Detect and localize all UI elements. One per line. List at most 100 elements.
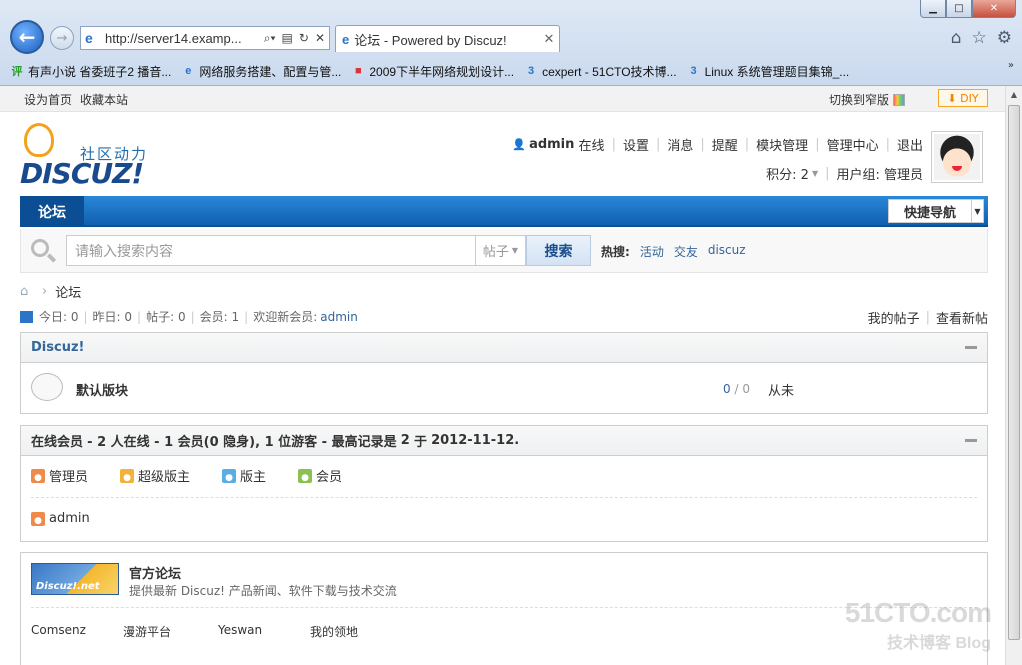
group-legend: ● 管理员 ● 超级版主 ● 版主 ● 会员 <box>31 456 977 498</box>
my-posts-link[interactable]: 我的帖子 <box>868 308 920 327</box>
text-link[interactable]: Yeswan <box>218 623 310 640</box>
search-input[interactable]: 请输入搜索内容 <box>66 235 476 266</box>
online-title[interactable]: 在线会员 <box>31 431 83 450</box>
tab-close-icon[interactable]: ✕ <box>539 31 559 47</box>
online-user-list: ● admin <box>21 498 987 539</box>
user-group-icon: ● <box>298 468 313 483</box>
favorite-link[interactable]: e 网络服务搭建、配置与管... <box>181 63 341 80</box>
forum-stats: 今日: 0 | 昨日: 0 | 帖子: 0 | 会员: 1 | 欢迎新会员: a… <box>20 308 358 325</box>
new-posts-link[interactable]: 查看新帖 <box>936 308 988 327</box>
tools-gear-icon[interactable]: ⚙ <box>997 28 1012 48</box>
minimize-button[interactable]: ▁ <box>920 0 946 18</box>
search-type-label: 帖子 <box>482 245 509 260</box>
points-dropdown-icon[interactable]: ▼ <box>812 169 818 178</box>
avatar-face-icon <box>934 134 980 180</box>
online-user[interactable]: ● admin <box>31 511 90 526</box>
favorite-link[interactable]: 3 Linux 系统管理题目集锦_... <box>687 63 850 80</box>
browser-tab[interactable]: e 论坛 - Powered by Discuz! ✕ <box>335 25 560 52</box>
diy-button[interactable]: ⬇ DIY <box>938 89 988 107</box>
user-group: 用户组: 管理员 <box>836 168 923 183</box>
count-separator: / <box>730 382 743 396</box>
settings-link[interactable]: 设置 <box>623 135 649 154</box>
scroll-up-arrow-icon[interactable]: ▲ <box>1006 86 1022 103</box>
username-link[interactable]: admin <box>529 137 574 152</box>
compat-view-icon[interactable]: ▤ <box>282 31 293 46</box>
address-bar[interactable]: e http://server14.examp... ⌕▾ ▤ ↻ ✕ <box>80 26 330 50</box>
forward-button[interactable]: → <box>50 26 74 50</box>
online-summary: - 2 人在线 - 1 会员(0 隐身), 1 位游客 - 最高记录是 <box>87 435 397 450</box>
home-icon[interactable]: ⌂ <box>951 28 962 48</box>
user-group-icon: ● <box>31 468 45 483</box>
group-legend-item: ● 会员 <box>298 466 342 485</box>
forum-row: 默认版块 0 / 0 从未 <box>21 363 987 413</box>
breadcrumb-current[interactable]: 论坛 <box>55 282 81 301</box>
category-title[interactable]: Discuz! <box>31 340 84 355</box>
home-icon[interactable]: ⌂ <box>20 285 34 298</box>
group-label: 会员 <box>316 470 343 485</box>
avatar[interactable] <box>931 131 983 183</box>
favorite-site-icon: ■ <box>355 65 362 77</box>
favorites-more-chevron-icon[interactable]: » <box>1008 60 1014 71</box>
forum-count: 0 / 0 <box>723 382 750 396</box>
back-button[interactable]: ← <box>10 20 44 54</box>
favorites-star-icon[interactable]: ☆ <box>972 28 987 48</box>
collapse-icon[interactable] <box>965 439 977 442</box>
stop-icon[interactable]: ✕ <box>315 31 325 46</box>
vertical-scrollbar[interactable]: ▲ <box>1005 86 1022 665</box>
online-record-sep: 于 <box>413 435 427 450</box>
messages-link[interactable]: 消息 <box>667 135 693 154</box>
search-dropdown-icon[interactable]: ⌕▾ <box>264 31 276 46</box>
friend-links-box: Discuz!.net 官方论坛 提供最新 Discuz! 产品新闻、软件下载与… <box>20 552 988 665</box>
switch-width-link[interactable]: 切换到窄版 <box>829 91 905 108</box>
search-bar: 请输入搜索内容 帖子 ▼ 搜索 热搜: 活动 交友 discuz <box>20 229 988 273</box>
refresh-icon[interactable]: ↻ <box>299 31 309 46</box>
maximize-button[interactable]: □ <box>946 0 972 18</box>
text-link[interactable]: 我的领地 <box>310 623 358 640</box>
close-window-button[interactable]: ✕ <box>972 0 1016 18</box>
hot-term-link[interactable]: 活动 <box>640 243 664 260</box>
watermark-line2: 技术博客 Blog <box>887 635 991 652</box>
site-logo[interactable]: 社区动力 DISCUZ! <box>20 123 160 191</box>
search-type-select[interactable]: 帖子 ▼ <box>476 235 526 266</box>
search-button[interactable]: 搜索 <box>526 235 591 266</box>
color-palette-icon[interactable] <box>893 93 905 106</box>
user-icon: 👤 <box>512 138 527 151</box>
forum-name-link[interactable]: 默认版块 <box>76 380 128 399</box>
admin-center-link[interactable]: 管理中心 <box>827 135 879 154</box>
hot-term-link[interactable]: discuz <box>708 243 746 260</box>
points-menu[interactable]: 积分: 2 <box>766 164 809 183</box>
favorite-link[interactable]: 评有声小说 省委班子2 播音... <box>10 63 172 80</box>
scroll-thumb[interactable] <box>1008 105 1020 640</box>
favorite-label: cexpert - 51CTO技术博... <box>542 64 677 79</box>
newest-member-link[interactable]: admin <box>320 310 358 324</box>
text-link[interactable]: Comsenz <box>31 623 123 640</box>
module-manage-link[interactable]: 模块管理 <box>756 135 808 154</box>
nav-forum-tab[interactable]: 论坛 <box>20 196 84 227</box>
bookmark-link[interactable]: 收藏本站 <box>80 91 128 108</box>
favorite-link[interactable]: ■ 2009下半年网络规划设计... <box>351 63 514 80</box>
stat-yesterday: 昨日: 0 <box>92 310 133 324</box>
user-group-icon: ● <box>222 468 237 483</box>
quick-nav-button[interactable]: 快捷导航 ▼ <box>888 199 984 223</box>
discuz-net-logo[interactable]: Discuz!.net <box>31 563 119 595</box>
online-record-count: 2 <box>400 433 410 448</box>
hot-term-link[interactable]: 交友 <box>674 243 698 260</box>
collapse-icon[interactable] <box>965 346 977 349</box>
watermark-line1: 51CTO.com <box>844 597 992 628</box>
address-url[interactable]: http://server14.examp... <box>105 31 264 46</box>
post-links: 我的帖子 | 查看新帖 <box>867 308 988 327</box>
switch-width-label: 切换到窄版 <box>828 93 889 107</box>
set-home-link[interactable]: 设为首页 <box>24 91 72 108</box>
logout-link[interactable]: 退出 <box>897 135 923 154</box>
thread-count: 0 <box>723 382 731 396</box>
notifications-link[interactable]: 提醒 <box>712 135 738 154</box>
text-link[interactable]: 漫游平台 <box>123 623 218 640</box>
favorite-label: 2009下半年网络规划设计... <box>369 64 515 79</box>
favorite-link[interactable]: 3 cexpert - 51CTO技术博... <box>524 63 677 80</box>
favorite-label: Linux 系统管理题目集锦_... <box>704 64 850 79</box>
tab-ie-icon: e <box>342 31 350 47</box>
web-page: 设为首页 收藏本站 切换到窄版 ⬇ DIY 社区动力 DISCUZ! 👤 adm… <box>0 86 1005 665</box>
official-forum-link[interactable]: 官方论坛 <box>129 563 181 582</box>
online-user-name[interactable]: admin <box>49 511 90 526</box>
search-placeholder: 请输入搜索内容 <box>75 243 173 260</box>
